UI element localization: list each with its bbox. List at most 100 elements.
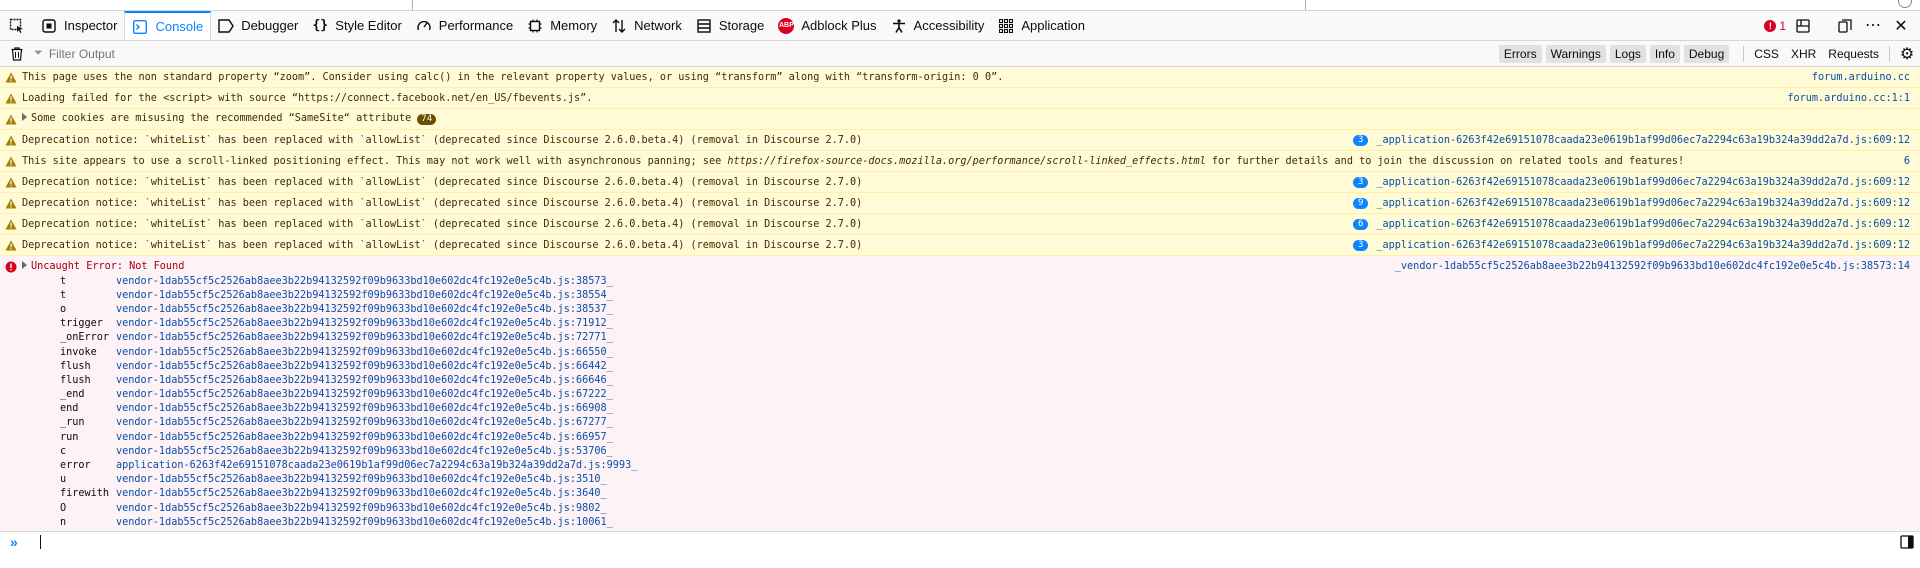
close-icon: ✕ [1894, 17, 1908, 35]
tab-inspector[interactable]: Inspector [34, 11, 124, 40]
frame-source-link[interactable]: vendor-1dab55cf5c2526ab8aee3b22b94132592… [116, 474, 607, 485]
frame-source-link[interactable]: vendor-1dab55cf5c2526ab8aee3b22b94132592… [116, 417, 613, 428]
message-source-link[interactable]: _application-6263f42e69151078caada23e061… [1376, 177, 1920, 188]
warning-message[interactable]: This site appears to use a scroll-linked… [0, 151, 1920, 172]
tab-performance[interactable]: Performance [409, 11, 520, 40]
frame-function: flush [60, 360, 91, 372]
frame-source-link[interactable]: vendor-1dab55cf5c2526ab8aee3b22b94132592… [116, 375, 613, 386]
close-devtools-button[interactable]: ✕ [1890, 15, 1912, 37]
warning-icon [0, 93, 22, 104]
tab-label: Performance [438, 18, 514, 33]
frame-source-link[interactable]: vendor-1dab55cf5c2526ab8aee3b22b94132592… [116, 503, 607, 514]
message-source-link[interactable]: 6 [1904, 156, 1920, 167]
tab-storage[interactable]: Storage [689, 11, 772, 40]
docs-link[interactable]: https://firefox-source-docs.mozilla.org/… [727, 156, 1205, 167]
console-input[interactable] [40, 535, 41, 549]
frame-source-link[interactable]: vendor-1dab55cf5c2526ab8aee3b22b94132592… [116, 318, 613, 329]
tab-label: Console [155, 19, 204, 34]
frame-source-link[interactable]: vendor-1dab55cf5c2526ab8aee3b22b94132592… [116, 276, 613, 287]
filter-xhr-button[interactable]: XHR [1785, 45, 1822, 63]
message-source-link[interactable]: _application-6263f42e69151078caada23e061… [1376, 135, 1920, 146]
frame-source-link[interactable]: vendor-1dab55cf5c2526ab8aee3b22b94132592… [116, 361, 613, 372]
tab-memory[interactable]: Memory [520, 11, 604, 40]
warning-message-group[interactable]: Some cookies are misusing the recommende… [0, 109, 1920, 130]
tab-accessibility[interactable]: Accessibility [884, 11, 992, 40]
warning-icon [0, 198, 22, 209]
message-text: This page uses the non standard property… [22, 71, 1004, 83]
filter-icon: ⏷ [34, 47, 43, 59]
performance-icon [416, 18, 432, 34]
message-group-text: Some cookies are misusing the recommende… [31, 113, 412, 124]
sidebar-toggle-icon [1900, 535, 1914, 549]
frame-source-link[interactable]: vendor-1dab55cf5c2526ab8aee3b22b94132592… [116, 332, 613, 343]
warning-message[interactable]: Loading failed for the <script> with sou… [0, 88, 1920, 109]
tab-adblock-plus[interactable]: ABP Adblock Plus [771, 11, 883, 40]
error-source-link[interactable]: _vendor-1dab55cf5c2526ab8aee3b22b9413259… [1395, 261, 1920, 272]
frame-function: t [60, 275, 67, 287]
element-picker-button[interactable] [0, 11, 34, 40]
message-source-link[interactable]: forum.arduino.cc [1812, 72, 1920, 83]
frame-source-link[interactable]: vendor-1dab55cf5c2526ab8aee3b22b94132592… [116, 403, 613, 414]
stack-trace: t vendor-1dab55cf5c2526ab8aee3b22b9413259… [60, 274, 1920, 529]
filter-debug-button[interactable]: Debug [1683, 44, 1730, 63]
warning-message[interactable]: This page uses the non standard property… [0, 67, 1920, 88]
accessibility-icon [891, 18, 907, 34]
warning-message[interactable]: Deprecation notice: `whiteList` has been… [0, 235, 1920, 256]
stack-frame: c vendor-1dab55cf5c2526ab8aee3b22b9413259… [60, 444, 1920, 458]
message-source-link[interactable]: _application-6263f42e69151078caada23e061… [1376, 219, 1920, 230]
filter-info-button[interactable]: Info [1649, 44, 1680, 63]
gear-icon: ⚙ [1899, 45, 1915, 63]
tab-debugger[interactable]: Debugger [211, 11, 305, 40]
filter-warnings-button[interactable]: Warnings [1545, 44, 1606, 63]
warning-icon [0, 177, 22, 188]
stack-frame: invoke vendor-1dab55cf5c2526ab8aee3b22b94… [60, 345, 1920, 359]
tab-style-editor[interactable]: {} Style Editor [305, 11, 408, 40]
filter-requests-button[interactable]: Requests [1822, 45, 1885, 63]
error-count-badge[interactable]: ! 1 [1764, 19, 1786, 33]
split-console-button[interactable] [1792, 15, 1814, 37]
stack-frame: firewith vendor-1dab55cf5c2526ab8aee3b22b… [60, 487, 1920, 501]
filter-css-button[interactable]: CSS [1748, 45, 1785, 63]
error-message[interactable]: Uncaught Error: Not Found _vendor-1dab55… [0, 256, 1920, 532]
frame-function: run [60, 431, 79, 443]
devtools-toolbar: Inspector Console Debugger {} Style Edit… [0, 11, 1920, 41]
tab-label: Memory [550, 18, 598, 33]
message-text-part: This site appears to use a scroll-linked… [22, 155, 728, 167]
expand-arrow-icon[interactable] [22, 261, 27, 269]
stack-frame: error application-6263f42e69151078caada23… [60, 458, 1920, 472]
frame-source-link[interactable]: vendor-1dab55cf5c2526ab8aee3b22b94132592… [116, 347, 613, 358]
error-count: 1 [1779, 18, 1786, 33]
expand-arrow-icon[interactable] [22, 113, 27, 121]
console-filter-bar: ⏷ Errors Warnings Logs Info Debug CSS XH… [0, 41, 1920, 67]
sidebar-toggle-button[interactable] [1900, 535, 1914, 552]
message-source-link[interactable]: forum.arduino.cc:1:1 [1787, 93, 1920, 104]
frame-source-link[interactable]: vendor-1dab55cf5c2526ab8aee3b22b94132592… [116, 389, 613, 400]
warning-message[interactable]: Deprecation notice: `whiteList` has been… [0, 214, 1920, 235]
frame-source-link[interactable]: vendor-1dab55cf5c2526ab8aee3b22b94132592… [116, 446, 613, 457]
frame-source-link[interactable]: vendor-1dab55cf5c2526ab8aee3b22b94132592… [116, 304, 613, 315]
warning-message[interactable]: Deprecation notice: `whiteList` has been… [0, 172, 1920, 193]
message-source-link[interactable]: _application-6263f42e69151078caada23e061… [1376, 198, 1920, 209]
filter-errors-button[interactable]: Errors [1498, 44, 1542, 63]
frame-source-link[interactable]: application-6263f42e69151078caada23e0619… [116, 460, 637, 471]
warning-message[interactable]: Deprecation notice: `whiteList` has been… [0, 130, 1920, 151]
filter-logs-button[interactable]: Logs [1609, 44, 1646, 63]
message-source-link[interactable]: _application-6263f42e69151078caada23e061… [1376, 240, 1920, 251]
warning-message[interactable]: Deprecation notice: `whiteList` has been… [0, 193, 1920, 214]
frame-source-link[interactable]: vendor-1dab55cf5c2526ab8aee3b22b94132592… [116, 432, 613, 443]
frame-source-link[interactable]: vendor-1dab55cf5c2526ab8aee3b22b94132592… [116, 488, 607, 499]
tab-console[interactable]: Console [124, 11, 212, 40]
console-settings-button[interactable]: ⚙ [1894, 44, 1920, 64]
frame-function: n [60, 516, 67, 528]
filter-input[interactable] [46, 45, 451, 62]
stack-frame: flush vendor-1dab55cf5c2526ab8aee3b22b941… [60, 373, 1920, 387]
dock-options-button[interactable] [1834, 15, 1856, 37]
tab-network[interactable]: Network [604, 11, 689, 40]
frame-source-link[interactable]: vendor-1dab55cf5c2526ab8aee3b22b94132592… [116, 517, 613, 528]
divider [1305, 0, 1306, 10]
tab-application[interactable]: Application [991, 11, 1092, 40]
more-options-button[interactable]: ⋯ [1862, 15, 1884, 37]
error-header: Uncaught Error: Not Found _vendor-1dab55… [0, 256, 1920, 274]
clear-console-button[interactable] [0, 46, 34, 61]
frame-source-link[interactable]: vendor-1dab55cf5c2526ab8aee3b22b94132592… [116, 290, 613, 301]
